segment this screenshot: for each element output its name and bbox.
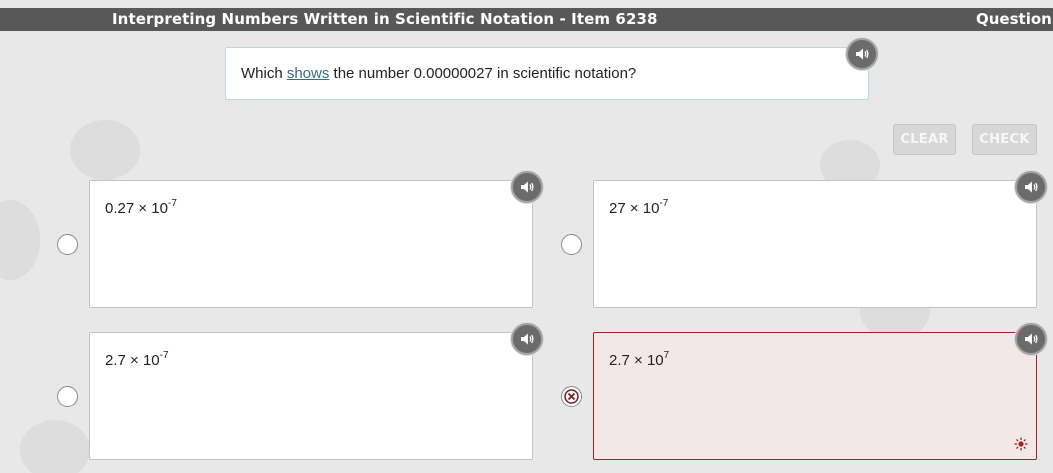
- answer-option-3[interactable]: 2.7 × 10-7: [89, 332, 533, 460]
- sun-icon: [1014, 437, 1028, 451]
- answer-option-2[interactable]: 27 × 10-7: [593, 180, 1037, 308]
- option-base: 0.27 × 10: [105, 200, 168, 217]
- option-base: 2.7 × 10: [105, 352, 160, 369]
- vocabulary-link[interactable]: shows: [287, 65, 330, 82]
- option-text: 2.7 × 107: [609, 350, 670, 369]
- speaker-icon: [856, 48, 869, 60]
- background-decoration: [70, 120, 140, 180]
- option-text: 2.7 × 10-7: [105, 350, 169, 369]
- option-radio-1[interactable]: [57, 234, 78, 255]
- prompt-text-before: Which: [241, 65, 287, 82]
- check-button[interactable]: CHECK: [972, 124, 1037, 155]
- speaker-icon: [1025, 181, 1038, 193]
- prompt-text-after: the number 0.00000027 in scientific nota…: [329, 65, 637, 82]
- prompt-speaker-button[interactable]: [846, 38, 878, 70]
- question-prompt: Which shows the number 0.00000027 in sci…: [225, 47, 869, 100]
- option-radio-4[interactable]: [561, 386, 582, 407]
- option-exponent: 7: [663, 350, 670, 361]
- option-base: 27 × 10: [609, 200, 660, 217]
- speaker-icon: [521, 181, 534, 193]
- option-exponent: -7: [659, 198, 669, 209]
- option-exponent: -7: [167, 198, 177, 209]
- speaker-icon: [1025, 333, 1038, 345]
- option-speaker-button-4[interactable]: [1015, 323, 1047, 355]
- answer-option-1[interactable]: 0.27 × 10-7: [89, 180, 533, 308]
- option-radio-3[interactable]: [57, 386, 78, 407]
- prompt-text: Which shows the number 0.00000027 in sci…: [241, 48, 636, 99]
- option-exponent: -7: [159, 350, 169, 361]
- answer-option-4[interactable]: 2.7 × 107: [593, 332, 1037, 460]
- option-radio-2[interactable]: [561, 234, 582, 255]
- title-bar: Interpreting Numbers Written in Scientif…: [0, 8, 1053, 31]
- option-speaker-button-2[interactable]: [1015, 171, 1047, 203]
- page-title: Interpreting Numbers Written in Scientif…: [112, 10, 658, 28]
- option-speaker-button-1[interactable]: [511, 171, 543, 203]
- option-base: 2.7 × 10: [609, 352, 664, 369]
- clear-button[interactable]: CLEAR: [893, 124, 956, 155]
- option-text: 27 × 10-7: [609, 198, 669, 217]
- speaker-icon: [521, 333, 534, 345]
- question-number: Question 3: [976, 10, 1053, 28]
- x-circle-icon: [564, 389, 579, 404]
- background-decoration: [20, 420, 90, 473]
- option-speaker-button-3[interactable]: [511, 323, 543, 355]
- option-text: 0.27 × 10-7: [105, 198, 177, 217]
- background-decoration: [0, 200, 40, 280]
